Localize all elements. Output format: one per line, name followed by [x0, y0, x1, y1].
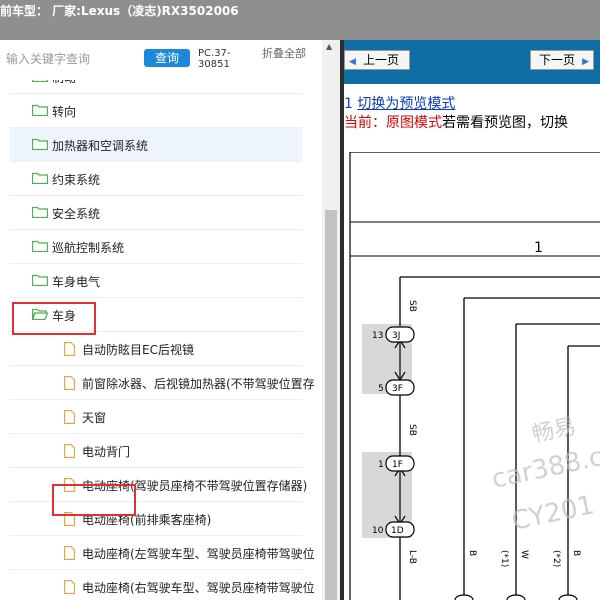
- tree-item-label: 天窗: [82, 411, 107, 425]
- connector-3j-pin: 13: [372, 331, 383, 341]
- left-panel: 查询 PC.37-30851 折叠全部 制动 转向 加热器和空调系统 约束系统 …: [0, 40, 340, 600]
- page-index: 1: [344, 96, 353, 112]
- prev-page-button[interactable]: ◀ 上一页: [344, 50, 410, 70]
- tree-item-body-electrical[interactable]: 车身电气: [10, 264, 302, 298]
- column-number: 1: [534, 240, 543, 256]
- tree-item-defogger[interactable]: 前窗除冰器、后视镜加热器(不带驾驶位置存: [10, 366, 315, 400]
- tree-item-auto-dimming-mirror[interactable]: 自动防眩目EC后视镜: [10, 332, 302, 366]
- file-icon: [64, 444, 75, 458]
- tree-item-label: 电动背门: [82, 445, 131, 459]
- connector-3j: 3J: [392, 331, 400, 341]
- query-button[interactable]: 查询: [144, 49, 190, 67]
- tree-item-label: 制动: [52, 80, 76, 86]
- file-icon: [64, 546, 75, 560]
- switch-preview-link[interactable]: 切换为预览模式: [357, 96, 455, 112]
- tree-item-steering[interactable]: 转向: [10, 94, 302, 128]
- tree-item-label: 安全系统: [52, 207, 101, 221]
- collapse-all-link[interactable]: 折叠全部: [262, 48, 306, 60]
- tree-item-sunroof[interactable]: 天窗: [10, 400, 302, 434]
- tree-item-label: 自动防眩目EC后视镜: [82, 343, 194, 357]
- search-input[interactable]: [6, 48, 138, 70]
- prev-page-label: 上一页: [363, 53, 400, 67]
- wire-label-w: W: [519, 550, 529, 559]
- tree-item-brake[interactable]: 制动: [10, 80, 302, 94]
- tree-item-label: 巡航控制系统: [52, 241, 125, 255]
- mode-hint: 若需看预览图，切换: [442, 115, 568, 131]
- scroll-thumb[interactable]: [325, 210, 337, 600]
- wiring-diagram: 1 3J 13 3F 5 1F 1 1D 10 SB SB L-B B (*1)…: [349, 152, 600, 600]
- tree-scrollbar[interactable]: ▲: [322, 40, 340, 600]
- file-icon: [64, 376, 75, 390]
- watermark-line2: car388.c: [489, 442, 600, 495]
- wire-label-b1: B: [467, 550, 477, 556]
- window-titlebar: 前车型： 厂家:Lexus（凌志)RX3502006: [0, 0, 600, 40]
- tree-item-label: 约束系统: [52, 173, 101, 187]
- folder-icon: [32, 274, 48, 286]
- folder-icon: [32, 240, 48, 252]
- folder-icon: [32, 206, 48, 218]
- folder-icon: [32, 80, 48, 82]
- highlight-box-body: [12, 302, 96, 335]
- folder-icon: [32, 172, 48, 184]
- current-mode-prefix: 当前：: [344, 115, 386, 131]
- tree-item-power-back-door[interactable]: 电动背门: [10, 434, 302, 468]
- tree-item-label: 转向: [52, 105, 77, 119]
- tree-item-power-seat-lhd[interactable]: 电动座椅(左驾驶车型、驾驶员座椅带驾驶位: [10, 536, 315, 570]
- wire-label-b2: B: [571, 550, 581, 556]
- connector-3f-pin: 5: [378, 384, 384, 394]
- connector-1d: 1D: [391, 526, 404, 536]
- current-mode: 原图模式: [386, 115, 442, 131]
- wire-label-sb-top: SB: [407, 300, 417, 312]
- tree-item-hvac[interactable]: 加热器和空调系统: [10, 128, 302, 162]
- tree-item-restraint[interactable]: 约束系统: [10, 162, 302, 196]
- tree-item-label: 电动座椅(左驾驶车型、驾驶员座椅带驾驶位: [82, 547, 315, 561]
- next-page-button[interactable]: 下一页 ▶: [530, 50, 594, 70]
- arrow-left-icon: ◀: [349, 57, 356, 67]
- window-title: 前车型： 厂家:Lexus（凌志)RX3502006: [0, 4, 239, 18]
- next-page-label: 下一页: [539, 53, 576, 67]
- connector-3f: 3F: [392, 384, 403, 394]
- wire-label-lb: L-B: [407, 550, 417, 564]
- tree-item-power-seat-rhd[interactable]: 电动座椅(右驾驶车型、驾驶员座椅带驾驶位: [10, 570, 315, 600]
- connector-1f: 1F: [392, 460, 403, 470]
- wire-label-sb-mid: SB: [407, 424, 417, 436]
- file-icon: [64, 342, 75, 356]
- tree-item-label: 加热器和空调系统: [52, 139, 149, 153]
- pc-code-label: PC.37-30851: [198, 48, 231, 70]
- tree-item-label: 车身电气: [52, 275, 101, 289]
- viewer-panel: ◀ 上一页 下一页 ▶ 1 切换为预览模式 当前：原图模式若需看预览图，切换 1: [344, 40, 600, 600]
- tree-item-label: 电动座椅(右驾驶车型、驾驶员座椅带驾驶位: [82, 581, 315, 595]
- file-icon: [64, 410, 75, 424]
- arrow-right-icon: ▶: [582, 57, 589, 67]
- watermark-line3: CY201: [509, 490, 597, 537]
- file-icon: [64, 580, 75, 594]
- search-bar: 查询 PC.37-30851 折叠全部: [0, 40, 322, 80]
- mode-status-line: 当前：原图模式若需看预览图，切换: [344, 112, 568, 132]
- connector-1f-pin: 1: [378, 460, 384, 470]
- tree-item-security[interactable]: 安全系统: [10, 196, 302, 230]
- folder-icon: [32, 138, 48, 150]
- scroll-up-icon[interactable]: ▲: [326, 42, 332, 51]
- tree-item-cruise[interactable]: 巡航控制系统: [10, 230, 302, 264]
- preview-switch-line: 1 切换为预览模式: [344, 93, 455, 113]
- connector-1d-pin: 10: [372, 526, 384, 536]
- watermark-line1: 畅易: [530, 414, 578, 448]
- tree-item-label: 前窗除冰器、后视镜加热器(不带驾驶位置存: [82, 377, 315, 391]
- category-tree: 制动 转向 加热器和空调系统 约束系统 安全系统 巡航控制系统 车身电气 车身: [0, 80, 322, 600]
- highlight-box-power-back-door: [52, 484, 136, 516]
- page-navbar: ◀ 上一页 下一页 ▶: [344, 40, 600, 84]
- folder-icon: [32, 104, 48, 116]
- wire-label-star1: (*1): [499, 550, 509, 567]
- wire-label-star2: (*2): [551, 550, 561, 567]
